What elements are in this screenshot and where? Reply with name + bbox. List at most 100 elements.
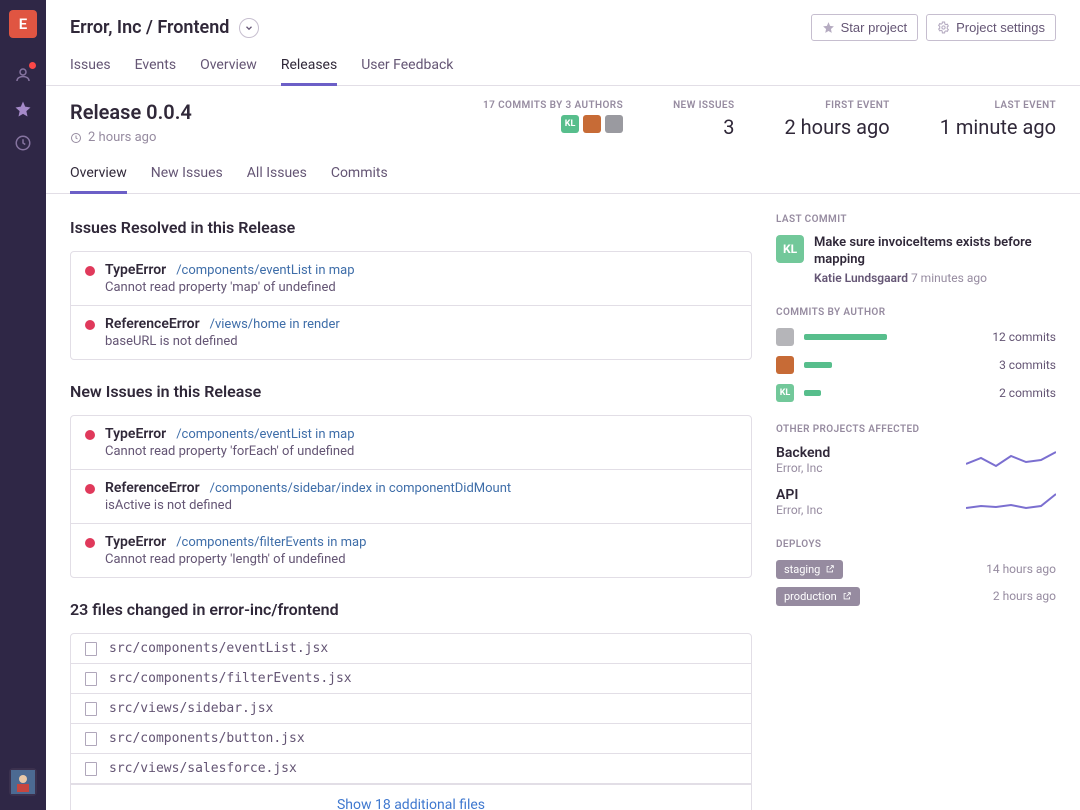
project-name: Backend — [776, 445, 830, 461]
release-tab-new-issues[interactable]: New Issues — [151, 159, 223, 193]
project-tabs: Issues Events Overview Releases User Feedbac… — [70, 51, 1056, 85]
show-more-files[interactable]: Show 18 additional files — [71, 784, 751, 810]
issue-row[interactable]: ReferenceError /views/home in render bas… — [71, 306, 751, 359]
file-icon — [85, 732, 97, 746]
file-path: src/views/sidebar.jsx — [109, 701, 273, 716]
file-row[interactable]: src/components/filterEvents.jsx — [71, 664, 751, 694]
issue-path: /components/sidebar/index in componentDi… — [210, 481, 512, 496]
file-path: src/components/eventList.jsx — [109, 641, 328, 656]
author-commit-bar — [804, 390, 976, 396]
stat-commits: 17 COMMITS BY 3 AUTHORS KL — [483, 100, 623, 139]
author-commit-count: 12 commits — [986, 330, 1056, 344]
release-tab-overview[interactable]: Overview — [70, 159, 127, 194]
breadcrumb[interactable]: Error, Inc / Frontend — [70, 17, 259, 38]
new-issues-panel: TypeError /components/eventList in map C… — [70, 415, 752, 578]
release-header: Release 0.0.4 2 hours ago 17 COMMITS BY … — [46, 86, 1080, 194]
file-path: src/components/button.jsx — [109, 731, 305, 746]
project-row[interactable]: BackendError, Inc — [776, 445, 1056, 475]
release-tab-all-issues[interactable]: All Issues — [247, 159, 307, 193]
author-row: 12 commits — [776, 328, 1056, 346]
last-commit-label: LAST COMMIT — [776, 214, 1056, 225]
issue-path: /components/eventList in map — [176, 427, 354, 442]
external-link-icon — [825, 564, 835, 574]
file-row[interactable]: src/views/sidebar.jsx — [71, 694, 751, 724]
release-title: Release 0.0.4 — [70, 100, 192, 124]
deploy-tag[interactable]: production — [776, 587, 860, 606]
other-projects-label: OTHER PROJECTS AFFECTED — [776, 424, 1056, 435]
author-avatar — [776, 328, 794, 346]
release-time: 2 hours ago — [70, 130, 192, 145]
author-row: KL 2 commits — [776, 384, 1056, 402]
file-icon — [85, 642, 97, 656]
stat-new-issues: NEW ISSUES 3 — [673, 100, 734, 139]
project-row[interactable]: APIError, Inc — [776, 487, 1056, 517]
nav-people-icon[interactable] — [0, 58, 46, 92]
file-icon — [85, 762, 97, 776]
last-commit-title[interactable]: Make sure invoiceItems exists before map… — [814, 235, 1056, 269]
error-bullet-icon — [85, 538, 95, 548]
issue-message: baseURL is not defined — [105, 334, 737, 349]
author-commit-count: 2 commits — [986, 386, 1056, 400]
issue-row[interactable]: TypeError /components/eventList in map C… — [71, 252, 751, 306]
commit-author-avatar-1: KL — [561, 115, 579, 133]
file-path: src/views/salesforce.jsx — [109, 761, 297, 776]
project-org: Error, Inc — [776, 503, 823, 517]
error-bullet-icon — [85, 484, 95, 494]
issue-path: /views/home in render — [210, 317, 340, 332]
star-project-button[interactable]: Star project — [811, 14, 918, 41]
author-commit-count: 3 commits — [986, 358, 1056, 372]
file-path: src/components/filterEvents.jsx — [109, 671, 352, 686]
tab-events[interactable]: Events — [135, 51, 176, 85]
project-name: API — [776, 487, 823, 503]
issue-path: /components/eventList in map — [176, 263, 354, 278]
commit-author-avatar-3 — [605, 115, 623, 133]
release-tab-commits[interactable]: Commits — [331, 159, 388, 193]
star-project-label: Star project — [841, 20, 907, 35]
issue-type: ReferenceError — [105, 316, 200, 332]
file-row[interactable]: src/components/button.jsx — [71, 724, 751, 754]
author-avatar — [776, 356, 794, 374]
issue-row[interactable]: ReferenceError /components/sidebar/index… — [71, 470, 751, 524]
issue-message: Cannot read property 'map' of undefined — [105, 280, 737, 295]
last-commit-meta: Katie Lundsgaard 7 minutes ago — [814, 271, 1056, 285]
section-files-title: 23 files changed in error-inc/frontend — [70, 600, 752, 619]
file-row[interactable]: src/components/eventList.jsx — [71, 634, 751, 664]
user-avatar[interactable] — [9, 768, 37, 796]
breadcrumb-text: Error, Inc / Frontend — [70, 17, 229, 38]
project-settings-label: Project settings — [956, 20, 1045, 35]
nav-history-icon[interactable] — [0, 126, 46, 160]
deploy-tag[interactable]: staging — [776, 560, 843, 579]
error-bullet-icon — [85, 266, 95, 276]
file-row[interactable]: src/views/salesforce.jsx — [71, 754, 751, 784]
issue-type: ReferenceError — [105, 480, 200, 496]
tab-releases[interactable]: Releases — [281, 51, 337, 86]
tab-user-feedback[interactable]: User Feedback — [361, 51, 453, 85]
topbar: Error, Inc / Frontend Star project Proje… — [46, 0, 1080, 86]
issue-row[interactable]: TypeError /components/eventList in map C… — [71, 416, 751, 470]
error-bullet-icon — [85, 320, 95, 330]
other-projects-block: OTHER PROJECTS AFFECTED BackendError, In… — [776, 424, 1056, 517]
issue-message: Cannot read property 'length' of undefin… — [105, 552, 737, 567]
deploy-time: 14 hours ago — [986, 562, 1056, 576]
deploy-row[interactable]: production2 hours ago — [776, 587, 1056, 606]
sparkline-icon — [966, 490, 1056, 514]
brand-logo[interactable]: E — [9, 10, 37, 38]
tab-overview[interactable]: Overview — [200, 51, 257, 85]
tab-issues[interactable]: Issues — [70, 51, 111, 85]
author-commit-bar — [804, 334, 976, 340]
error-bullet-icon — [85, 430, 95, 440]
chevron-down-icon[interactable] — [239, 18, 259, 38]
sparkline-icon — [966, 448, 1056, 472]
issue-path: /components/filterEvents in map — [176, 535, 366, 550]
project-org: Error, Inc — [776, 461, 830, 475]
section-resolved-title: Issues Resolved in this Release — [70, 218, 752, 237]
commits-by-author-block: COMMITS BY AUTHOR 12 commits3 commitsKL2… — [776, 307, 1056, 402]
deploy-row[interactable]: staging 14 hours ago — [776, 560, 1056, 579]
nav-star-icon[interactable] — [0, 92, 46, 126]
issue-type: TypeError — [105, 426, 166, 442]
author-avatar: KL — [776, 384, 794, 402]
issue-row[interactable]: TypeError /components/filterEvents in ma… — [71, 524, 751, 577]
project-settings-button[interactable]: Project settings — [926, 14, 1056, 41]
deploys-block: DEPLOYS staging 14 hours ago production2 h… — [776, 539, 1056, 606]
deploys-label: DEPLOYS — [776, 539, 1056, 550]
